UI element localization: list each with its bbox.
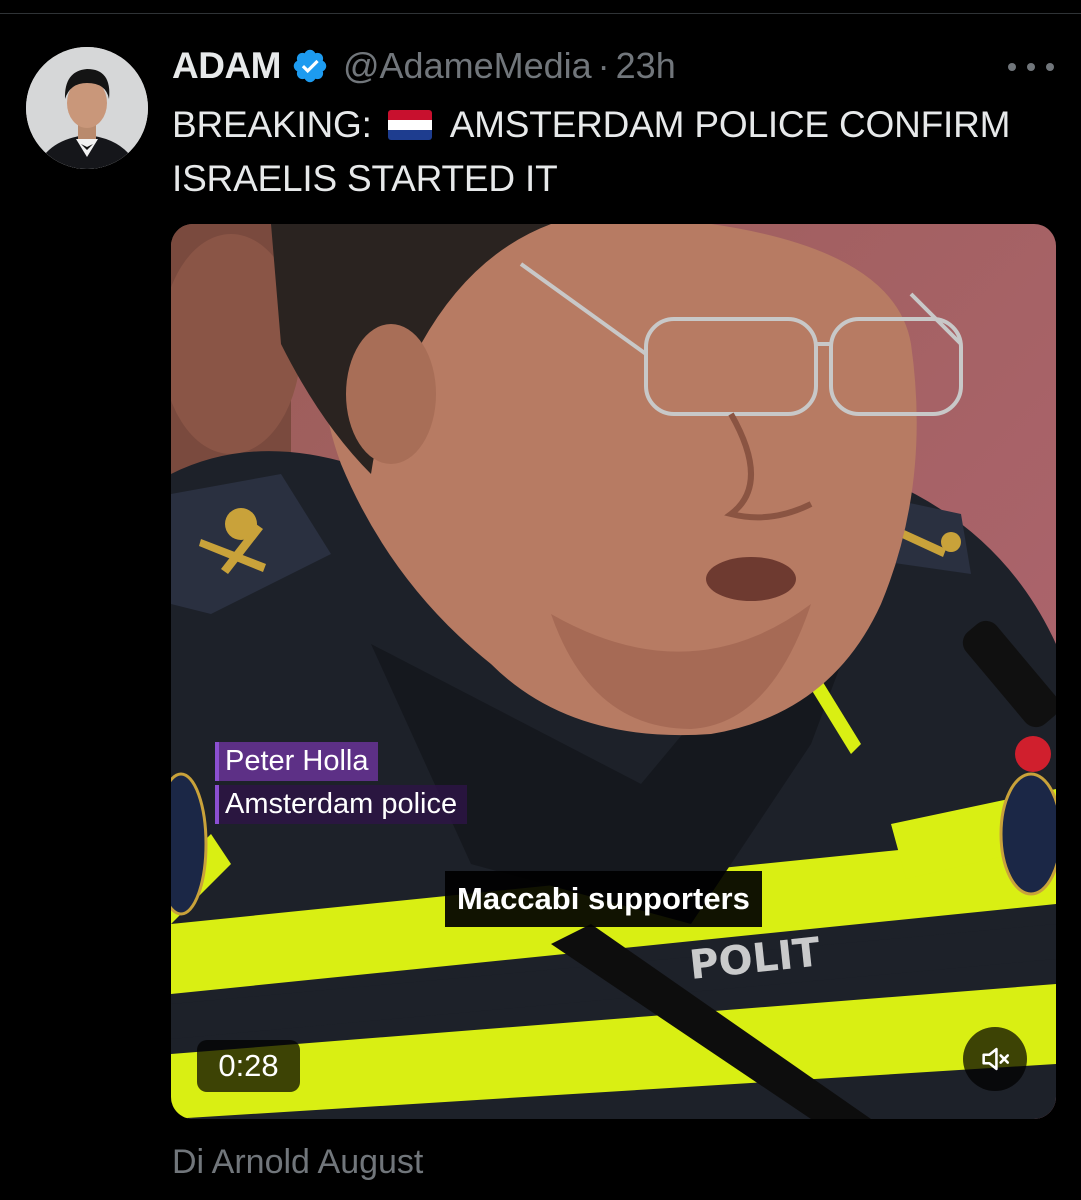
video-frame: POLIT — [171, 224, 1056, 1119]
tweet-text: BREAKING: AMSTERDAM POLICE CONFIRM ISRAEL… — [172, 98, 1032, 206]
tweet-text-prefix: BREAKING: — [172, 104, 372, 145]
lower-third-title: Amsterdam police — [215, 785, 468, 824]
avatar-image — [26, 47, 148, 169]
video-duration: 0:28 — [197, 1040, 300, 1092]
timestamp[interactable]: 23h — [616, 45, 676, 87]
avatar[interactable] — [26, 47, 148, 169]
volume-muted-icon — [982, 1047, 1010, 1071]
top-divider — [0, 0, 1081, 14]
lower-third-name: Peter Holla — [215, 742, 379, 781]
author-display-name[interactable]: ADAM — [172, 45, 281, 87]
mute-button[interactable] — [963, 1027, 1027, 1091]
verified-badge-icon — [291, 47, 329, 85]
separator-dot: · — [597, 45, 610, 86]
author-handle[interactable]: @AdameMedia — [343, 45, 592, 87]
netherlands-flag-icon — [387, 110, 432, 140]
video-subtitle: Maccabi supporters — [445, 871, 762, 927]
more-options-icon[interactable] — [1008, 55, 1054, 79]
tweet-header: ADAM @AdameMedia · 23h — [172, 44, 676, 88]
video-player[interactable]: POLIT Peter Holla Amsterdam police Macca… — [171, 224, 1056, 1119]
credit-text: Di Arnold August — [172, 1143, 424, 1181]
lower-third: Peter Holla Amsterdam police — [215, 742, 468, 828]
